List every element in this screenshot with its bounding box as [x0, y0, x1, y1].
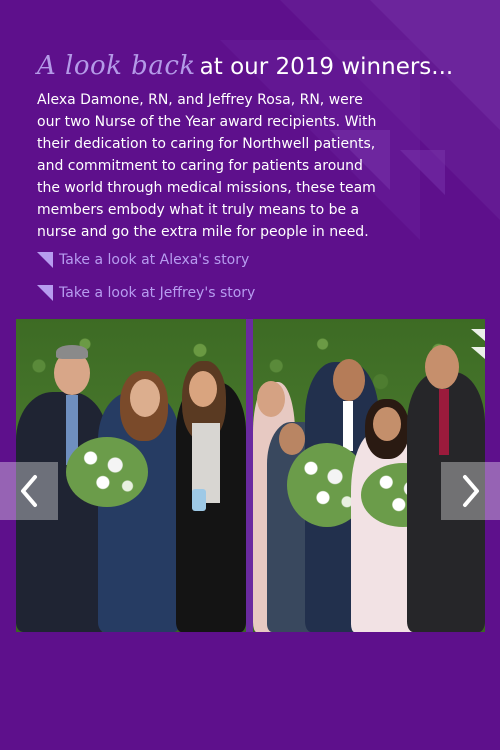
photo-divider: [246, 319, 253, 632]
carousel-next-button[interactable]: [441, 462, 500, 520]
alexa-story-label: Take a look at Alexa's story: [59, 252, 250, 268]
triangle-arrow-icon: [37, 252, 53, 268]
carousel-prev-button[interactable]: [0, 462, 58, 520]
headline-rest: at our 2019 winners...: [199, 54, 454, 80]
intro-paragraph: Alexa Damone, RN, and Jeffrey Rosa, RN, …: [37, 92, 377, 240]
decorative-triangle-icon: [471, 347, 485, 359]
alexa-story-link[interactable]: Take a look at Alexa's story: [37, 252, 249, 268]
chevron-left-icon: [21, 475, 37, 507]
page: A look back at our 2019 winners... Alexa …: [0, 0, 500, 750]
decorative-triangle-icon: [471, 329, 485, 341]
page-title: A look back at our 2019 winners...: [37, 44, 477, 82]
headline-script: A look back: [37, 51, 196, 81]
photo-carousel: [16, 319, 485, 632]
triangle-arrow-icon: [37, 285, 53, 301]
jeffrey-story-link[interactable]: Take a look at Jeffrey's story: [37, 285, 255, 301]
chevron-right-icon: [462, 475, 479, 507]
jeffrey-story-label: Take a look at Jeffrey's story: [59, 285, 256, 301]
